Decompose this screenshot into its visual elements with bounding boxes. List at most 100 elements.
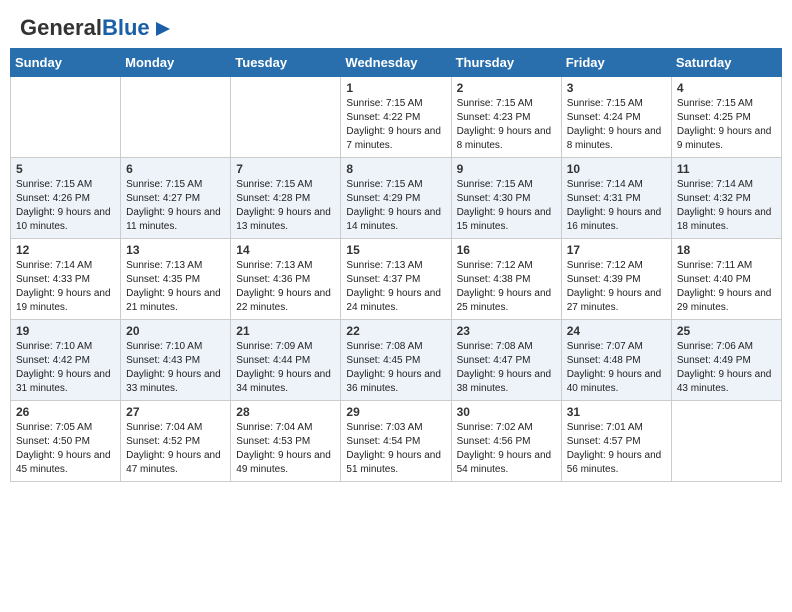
calendar-cell: 19Sunrise: 7:10 AMSunset: 4:42 PMDayligh… [11,320,121,401]
day-info: Sunrise: 7:15 AMSunset: 4:22 PMDaylight:… [346,97,445,153]
logo-text: GeneralBlue [20,17,150,39]
day-info: Sunrise: 7:01 AMSunset: 4:57 PMDaylight:… [567,421,666,477]
day-info: Sunrise: 7:10 AMSunset: 4:43 PMDaylight:… [126,340,225,396]
day-info: Sunrise: 7:15 AMSunset: 4:30 PMDaylight:… [457,178,556,234]
header-cell-thursday: Thursday [451,49,561,77]
calendar-table: SundayMondayTuesdayWednesdayThursdayFrid… [10,48,782,482]
day-info: Sunrise: 7:15 AMSunset: 4:23 PMDaylight:… [457,97,556,153]
calendar-cell: 3 Sunrise: 7:15 AMSunset: 4:24 PMDaylight… [561,77,671,158]
day-info: Sunrise: 7:09 AMSunset: 4:44 PMDaylight:… [236,340,335,396]
day-number: 7 [236,162,335,176]
day-info: Sunrise: 7:05 AMSunset: 4:50 PMDaylight:… [16,421,115,477]
day-number: 18 [677,243,776,257]
day-info: Sunrise: 7:02 AMSunset: 4:56 PMDaylight:… [457,421,556,477]
calendar-cell: 25 Sunrise: 7:06 AMSunset: 4:49 PMDayligh… [671,320,781,401]
week-row-3: 19Sunrise: 7:10 AMSunset: 4:42 PMDayligh… [11,320,782,401]
calendar-cell: 17 Sunrise: 7:12 AMSunset: 4:39 PMDayligh… [561,239,671,320]
calendar-cell: 4 Sunrise: 7:15 AMSunset: 4:25 PMDaylight… [671,77,781,158]
calendar-cell: 31 Sunrise: 7:01 AMSunset: 4:57 PMDayligh… [561,401,671,482]
day-info: Sunrise: 7:04 AMSunset: 4:53 PMDaylight:… [236,421,335,477]
day-number: 14 [236,243,335,257]
day-number: 29 [346,405,445,419]
calendar-cell: 18 Sunrise: 7:11 AMSunset: 4:40 PMDayligh… [671,239,781,320]
calendar-cell: 7 Sunrise: 7:15 AMSunset: 4:28 PMDaylight… [231,158,341,239]
day-number: 31 [567,405,666,419]
week-row-1: 5 Sunrise: 7:15 AMSunset: 4:26 PMDaylight… [11,158,782,239]
day-info: Sunrise: 7:14 AMSunset: 4:33 PMDaylight:… [16,259,115,315]
day-number: 25 [677,324,776,338]
calendar-cell: 12 Sunrise: 7:14 AMSunset: 4:33 PMDayligh… [11,239,121,320]
calendar-cell: 2 Sunrise: 7:15 AMSunset: 4:23 PMDaylight… [451,77,561,158]
page-header: GeneralBlue [0,0,792,48]
calendar-cell: 8 Sunrise: 7:15 AMSunset: 4:29 PMDaylight… [341,158,451,239]
day-info: Sunrise: 7:15 AMSunset: 4:28 PMDaylight:… [236,178,335,234]
day-number: 8 [346,162,445,176]
day-number: 3 [567,81,666,95]
header-cell-friday: Friday [561,49,671,77]
header-cell-sunday: Sunday [11,49,121,77]
day-number: 28 [236,405,335,419]
calendar-body: 1Sunrise: 7:15 AMSunset: 4:22 PMDaylight… [11,77,782,482]
day-info: Sunrise: 7:14 AMSunset: 4:31 PMDaylight:… [567,178,666,234]
calendar-cell: 23 Sunrise: 7:08 AMSunset: 4:47 PMDayligh… [451,320,561,401]
day-number: 4 [677,81,776,95]
calendar-cell: 21 Sunrise: 7:09 AMSunset: 4:44 PMDayligh… [231,320,341,401]
day-info: Sunrise: 7:15 AMSunset: 4:24 PMDaylight:… [567,97,666,153]
day-info: Sunrise: 7:12 AMSunset: 4:39 PMDaylight:… [567,259,666,315]
day-number: 12 [16,243,115,257]
day-number: 22 [346,324,445,338]
day-info: Sunrise: 7:04 AMSunset: 4:52 PMDaylight:… [126,421,225,477]
header-cell-tuesday: Tuesday [231,49,341,77]
day-info: Sunrise: 7:08 AMSunset: 4:47 PMDaylight:… [457,340,556,396]
day-number: 24 [567,324,666,338]
day-number: 30 [457,405,556,419]
day-number: 19 [16,324,115,338]
calendar-cell: 10 Sunrise: 7:14 AMSunset: 4:31 PMDayligh… [561,158,671,239]
day-number: 21 [236,324,335,338]
calendar-cell: 5 Sunrise: 7:15 AMSunset: 4:26 PMDaylight… [11,158,121,239]
day-number: 20 [126,324,225,338]
day-info: Sunrise: 7:07 AMSunset: 4:48 PMDaylight:… [567,340,666,396]
day-number: 17 [567,243,666,257]
day-number: 5 [16,162,115,176]
day-number: 2 [457,81,556,95]
calendar-cell: 20 Sunrise: 7:10 AMSunset: 4:43 PMDayligh… [121,320,231,401]
calendar-cell: 11 Sunrise: 7:14 AMSunset: 4:32 PMDayligh… [671,158,781,239]
day-info: Sunrise: 7:14 AMSunset: 4:32 PMDaylight:… [677,178,776,234]
day-info: Sunrise: 7:15 AMSunset: 4:26 PMDaylight:… [16,178,115,234]
logo-arrow-icon [152,18,174,40]
calendar-cell: 6 Sunrise: 7:15 AMSunset: 4:27 PMDaylight… [121,158,231,239]
calendar-header: SundayMondayTuesdayWednesdayThursdayFrid… [11,49,782,77]
day-info: Sunrise: 7:15 AMSunset: 4:25 PMDaylight:… [677,97,776,153]
day-info: Sunrise: 7:08 AMSunset: 4:45 PMDaylight:… [346,340,445,396]
calendar-cell: 28 Sunrise: 7:04 AMSunset: 4:53 PMDayligh… [231,401,341,482]
header-cell-wednesday: Wednesday [341,49,451,77]
day-info: Sunrise: 7:06 AMSunset: 4:49 PMDaylight:… [677,340,776,396]
day-number: 23 [457,324,556,338]
calendar-cell [671,401,781,482]
day-info: Sunrise: 7:15 AMSunset: 4:29 PMDaylight:… [346,178,445,234]
calendar-cell: 24 Sunrise: 7:07 AMSunset: 4:48 PMDayligh… [561,320,671,401]
header-cell-saturday: Saturday [671,49,781,77]
calendar-cell: 9Sunrise: 7:15 AMSunset: 4:30 PMDaylight… [451,158,561,239]
calendar-wrap: SundayMondayTuesdayWednesdayThursdayFrid… [0,48,792,492]
calendar-cell [121,77,231,158]
day-info: Sunrise: 7:13 AMSunset: 4:35 PMDaylight:… [126,259,225,315]
day-info: Sunrise: 7:15 AMSunset: 4:27 PMDaylight:… [126,178,225,234]
calendar-cell: 13Sunrise: 7:13 AMSunset: 4:35 PMDayligh… [121,239,231,320]
day-number: 26 [16,405,115,419]
calendar-cell: 30 Sunrise: 7:02 AMSunset: 4:56 PMDayligh… [451,401,561,482]
day-info: Sunrise: 7:11 AMSunset: 4:40 PMDaylight:… [677,259,776,315]
day-info: Sunrise: 7:13 AMSunset: 4:36 PMDaylight:… [236,259,335,315]
day-number: 27 [126,405,225,419]
week-row-0: 1Sunrise: 7:15 AMSunset: 4:22 PMDaylight… [11,77,782,158]
day-number: 16 [457,243,556,257]
calendar-cell: 14 Sunrise: 7:13 AMSunset: 4:36 PMDayligh… [231,239,341,320]
day-number: 11 [677,162,776,176]
header-cell-monday: Monday [121,49,231,77]
day-info: Sunrise: 7:13 AMSunset: 4:37 PMDaylight:… [346,259,445,315]
calendar-cell: 15Sunrise: 7:13 AMSunset: 4:37 PMDayligh… [341,239,451,320]
day-number: 10 [567,162,666,176]
logo: GeneralBlue [20,16,174,40]
day-number: 6 [126,162,225,176]
